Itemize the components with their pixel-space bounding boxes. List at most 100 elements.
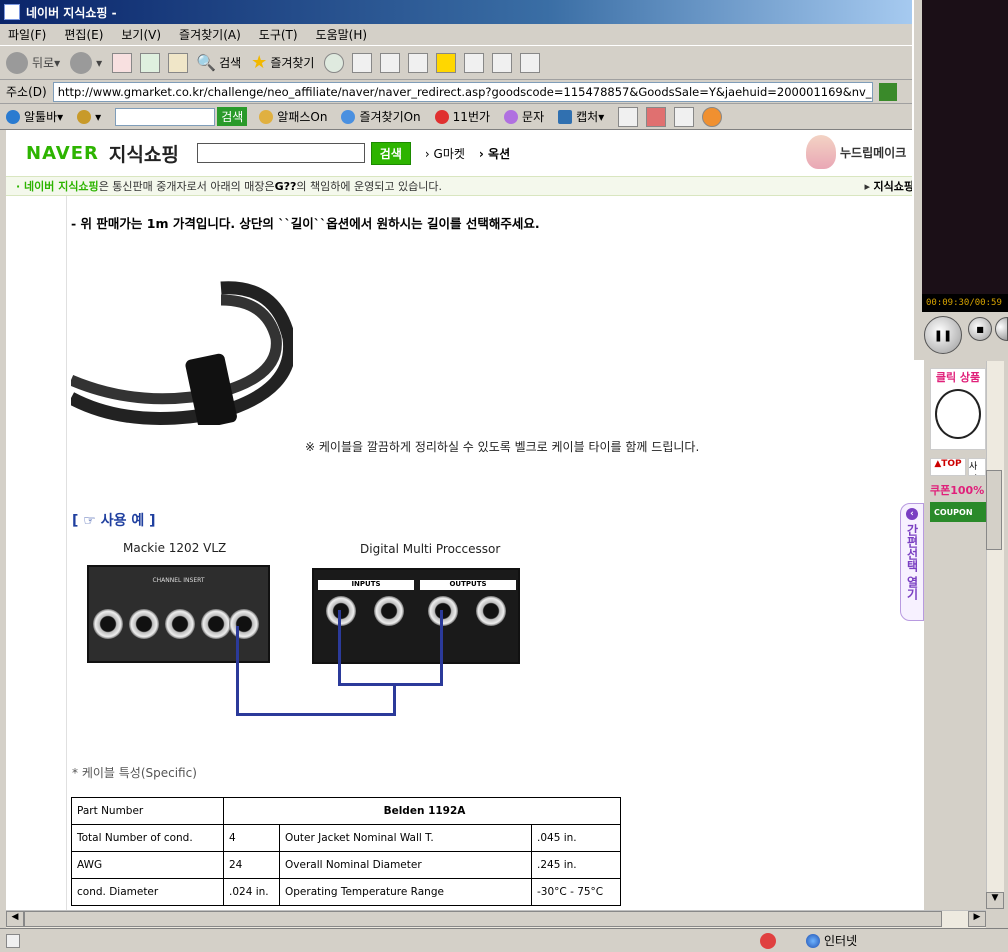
header-ad[interactable]: 누드립메이크: [806, 134, 924, 170]
notes-icon[interactable]: [436, 52, 457, 73]
cable-coil-inner: [71, 294, 282, 405]
toolbar-search-button[interactable]: 검색: [217, 107, 248, 126]
ad-product-image: [935, 389, 981, 439]
table-row: Total Number of cond. 4 Outer Jacket Nom…: [71, 824, 621, 852]
quick-select-tab[interactable]: ‹ 간편선택 열기: [900, 503, 924, 621]
stop-square-icon: ■: [976, 324, 984, 334]
tools-icon[interactable]: [492, 52, 513, 73]
menu-favorites[interactable]: 즐겨찾기(A): [179, 26, 241, 43]
table-cell: 24: [223, 851, 280, 879]
home-icon[interactable]: [168, 52, 189, 73]
fav-on-button[interactable]: 즐겨찾기On: [341, 108, 421, 125]
pause-icon: ❚❚: [933, 328, 953, 342]
input-jack-1: [326, 596, 356, 626]
menu-help[interactable]: 도움말(H): [316, 26, 368, 43]
top-button[interactable]: ▲TOP: [930, 458, 966, 476]
toolbar-search-input[interactable]: [115, 107, 216, 126]
menu-tools[interactable]: 도구(T): [259, 26, 298, 43]
print-icon[interactable]: [380, 52, 401, 73]
jack-3: [129, 609, 159, 639]
scroll-left-arrow-icon[interactable]: ◀: [6, 911, 24, 927]
alpass-button[interactable]: 알패스On: [259, 108, 327, 125]
key-icon: [259, 109, 274, 124]
menu-edit[interactable]: 편집(E): [64, 26, 103, 43]
price-note: - 위 판매가는 1m 가격입니다. 상단의 ``길이``옵션에서 원하시는 길…: [71, 216, 540, 231]
velcro-note: ※ 케이블을 깔끔하게 정리하실 수 있도록 벨크로 케이블 타이를 함께 드립…: [305, 440, 700, 454]
jack-4: [93, 609, 123, 639]
scroll-right-arrow-icon[interactable]: ▶: [968, 911, 986, 927]
naver-search-input[interactable]: [196, 143, 365, 163]
history-icon[interactable]: [324, 52, 345, 73]
table-cell: .024 in.: [223, 878, 280, 906]
table-cell: .045 in.: [531, 824, 621, 852]
search-button[interactable]: 🔍 검색: [196, 53, 241, 72]
output-jack-2: [476, 596, 506, 626]
spec-table: Part Number Belden 1192A Total Number of…: [71, 797, 621, 906]
cable-image: [71, 280, 293, 425]
address-label: 주소(D): [6, 85, 47, 99]
naver-search-button[interactable]: 검색: [370, 141, 411, 165]
sms-button[interactable]: 문자: [504, 108, 544, 125]
forward-button[interactable]: ▾: [70, 51, 102, 74]
go-icon[interactable]: [878, 82, 897, 101]
menu-view[interactable]: 보기(V): [121, 26, 161, 43]
table-row: Part Number Belden 1192A: [71, 797, 621, 825]
table-cell: .245 in.: [531, 851, 621, 879]
photo-button[interactable]: 사진: [968, 458, 986, 476]
vertical-scrollbar[interactable]: [986, 361, 1004, 909]
back-button[interactable]: 뒤로 ▾: [6, 51, 60, 74]
11st-button[interactable]: 11번가: [434, 108, 490, 125]
popup-blocked-icon[interactable]: [760, 932, 776, 949]
side-ad[interactable]: 클릭 상품: [930, 368, 986, 450]
page-icon: [6, 933, 20, 948]
table-cell: 4: [223, 824, 280, 852]
chevron-left-icon: ‹: [906, 508, 918, 520]
scroll-down-arrow-icon[interactable]: ▼: [986, 892, 1004, 909]
jack-0: [229, 609, 259, 639]
capture-button[interactable]: 캡처 ▾: [558, 108, 604, 125]
vertical-scroll-thumb[interactable]: [986, 470, 1002, 550]
favorites-button[interactable]: ★ 즐겨찾기: [251, 52, 314, 73]
messenger-icon[interactable]: [520, 52, 541, 73]
wire-input: [338, 610, 341, 686]
ad-model-image: [806, 135, 836, 169]
notebook-icon[interactable]: [646, 106, 667, 127]
security-zone: 인터넷: [806, 932, 857, 949]
more-icon[interactable]: [702, 106, 723, 127]
save-icon[interactable]: [674, 106, 695, 127]
research-icon[interactable]: [464, 52, 485, 73]
search-engine-select[interactable]: ▾: [77, 109, 101, 124]
naver-logo[interactable]: NAVER: [26, 143, 99, 164]
message-icon: [504, 109, 519, 124]
shopping-title[interactable]: 지식쇼핑: [109, 140, 179, 167]
edit-icon[interactable]: [408, 52, 429, 73]
stop-icon[interactable]: [112, 52, 133, 73]
table-cell: Belden 1192A: [223, 797, 621, 825]
refresh-icon[interactable]: [140, 52, 161, 73]
alToolbar: 알툴바 ▾ ▾ 검색 알패스On 즐겨찾기On 11번가 문자 캡처 ▾: [0, 104, 912, 130]
altoolbar-icon: [6, 109, 20, 124]
capture-icon: [558, 109, 573, 124]
pause-button[interactable]: ❚❚: [924, 316, 962, 354]
stop-button[interactable]: ■: [968, 317, 992, 341]
clean-icon[interactable]: [618, 106, 639, 127]
wire-join: [393, 683, 396, 716]
coupon-text[interactable]: 쿠폰100%: [930, 482, 986, 500]
altoolbar-menu[interactable]: 알툴바 ▾: [6, 108, 63, 125]
horizontal-scroll-thumb[interactable]: [24, 911, 942, 927]
notice-link[interactable]: ▸ 지식쇼핑: [864, 178, 914, 194]
content-divider: [66, 196, 67, 910]
device2-label: Digital Multi Proccessor: [360, 542, 501, 556]
address-bar: 주소(D) http://www.gmarket.co.kr/challenge…: [0, 80, 912, 104]
notice-bar: · 네이버 지식쇼핑 은 통신판매 중개자로서 아래의 매장은 G?? 의 책임하에…: [6, 176, 924, 196]
link-auction[interactable]: › 옥션: [479, 145, 510, 162]
wire-bottom: [236, 713, 396, 716]
table-cell: Part Number: [71, 797, 224, 825]
mail-icon[interactable]: [352, 52, 373, 73]
menu-file[interactable]: 파일(F): [8, 26, 46, 43]
processor-panel: INPUTS OUTPUTS: [312, 568, 520, 664]
status-bar: 인터넷: [0, 928, 1008, 952]
coupon-badge[interactable]: COUPON: [930, 502, 986, 522]
link-gmarket[interactable]: › G마켓: [425, 145, 465, 162]
address-input[interactable]: http://www.gmarket.co.kr/challenge/neo_a…: [52, 81, 873, 102]
